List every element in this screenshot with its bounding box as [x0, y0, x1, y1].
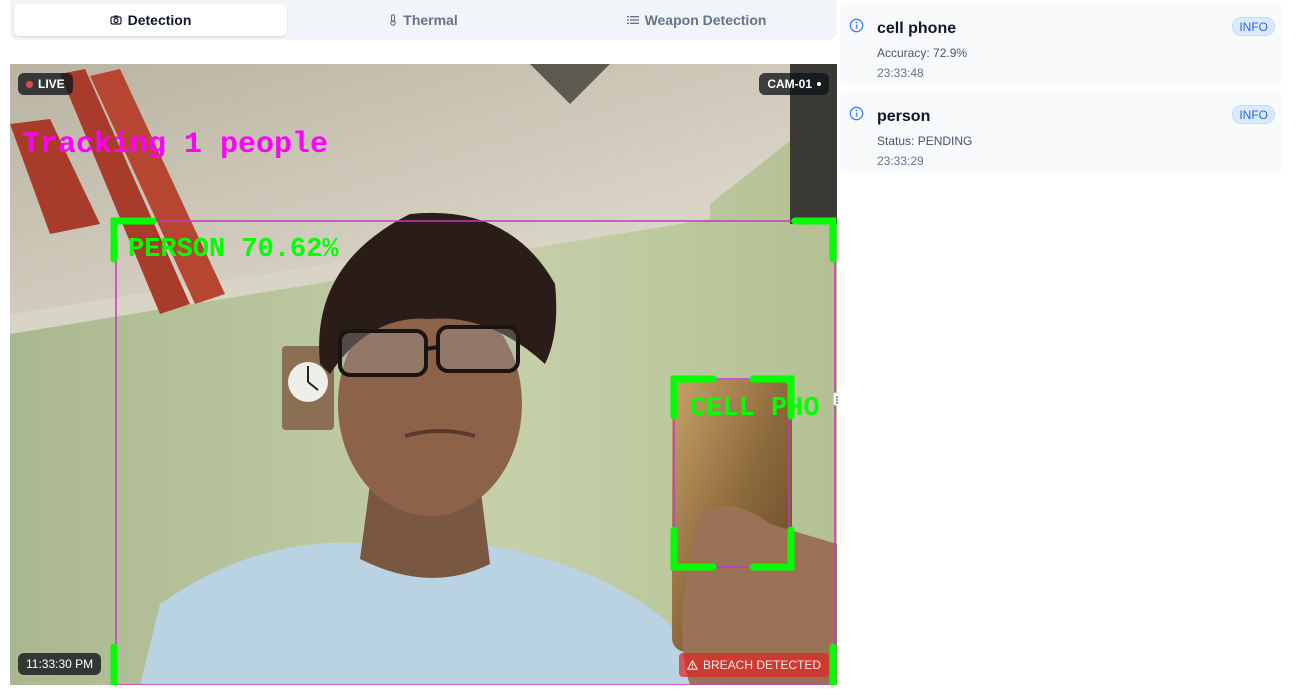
tab-detection-label: Detection [127, 12, 192, 28]
view-tabs: Detection Thermal Weapon Detection [10, 0, 837, 40]
warning-icon [687, 660, 698, 670]
thermometer-icon [390, 14, 397, 26]
status-dot-icon [817, 82, 821, 86]
tracking-count-overlay: Tracking 1 people [22, 128, 329, 162]
camera-id-badge: CAM-01 [759, 73, 829, 95]
tab-detection[interactable]: Detection [14, 4, 287, 36]
live-dot-icon [26, 80, 33, 88]
severity-badge: INFO [1232, 105, 1275, 124]
camera-icon [109, 15, 122, 25]
tab-weapon-detection[interactable]: Weapon Detection [560, 4, 833, 36]
alert-time: 23:33:48 [877, 66, 924, 80]
cell-phone-detection-label: CELL PHO [690, 394, 820, 424]
live-label: LIVE [38, 77, 65, 91]
breach-alert-badge: BREACH DETECTED [678, 653, 829, 677]
alert-title: person [877, 108, 931, 125]
alert-item[interactable]: person Status: PENDING 23:33:29 INFO [840, 92, 1283, 172]
timestamp-badge: 11:33:30 PM [18, 653, 102, 675]
camera-feed[interactable]: Tracking 1 people PERSON 70.62% CELL PHO… [10, 64, 837, 685]
list-icon [626, 16, 639, 24]
alerts-panel: cell phone Accuracy: 72.9% 23:33:48 INFO… [838, 0, 1301, 694]
alert-item[interactable]: cell phone Accuracy: 72.9% 23:33:48 INFO [840, 4, 1283, 84]
tab-thermal[interactable]: Thermal [287, 4, 560, 36]
timestamp-label: 11:33:30 PM [26, 657, 94, 671]
alert-detail: Accuracy: 72.9% [877, 46, 968, 60]
info-icon [849, 106, 864, 121]
alert-time: 23:33:29 [877, 154, 924, 168]
live-badge: LIVE [18, 73, 73, 95]
tab-weapon-detection-label: Weapon Detection [644, 12, 767, 28]
camera-id-label: CAM-01 [767, 77, 812, 91]
alert-detail: Status: PENDING [877, 134, 973, 148]
breach-label: BREACH DETECTED [702, 658, 821, 672]
info-icon [849, 18, 864, 33]
tab-thermal-label: Thermal [403, 12, 458, 28]
person-detection-label: PERSON 70.62% [128, 235, 339, 265]
alert-title: cell phone [877, 20, 957, 37]
severity-badge: INFO [1232, 17, 1275, 36]
